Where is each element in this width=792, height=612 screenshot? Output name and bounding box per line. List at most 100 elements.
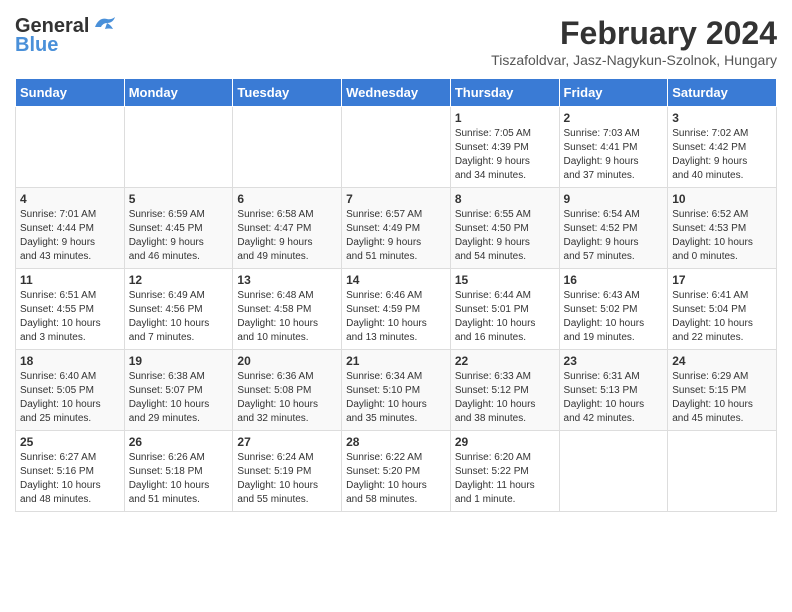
location-subtitle: Tiszafoldvar, Jasz-Nagykun-Szolnok, Hung… xyxy=(491,52,777,68)
day-info: Sunrise: 6:57 AM Sunset: 4:49 PM Dayligh… xyxy=(346,208,446,264)
calendar-week-5: 25 Sunrise: 6:27 AM Sunset: 5:16 PM Dayli… xyxy=(16,431,777,512)
day-info: Sunrise: 6:29 AM Sunset: 5:15 PM Dayligh… xyxy=(672,370,772,426)
calendar-table: SundayMondayTuesdayWednesdayThursdayFrid… xyxy=(15,78,777,512)
day-number: 4 xyxy=(20,192,120,206)
day-number: 14 xyxy=(346,273,446,287)
calendar-cell: 29 Sunrise: 6:20 AM Sunset: 5:22 PM Dayli… xyxy=(450,431,559,512)
calendar-cell: 7 Sunrise: 6:57 AM Sunset: 4:49 PM Daylig… xyxy=(342,188,451,269)
day-info: Sunrise: 6:51 AM Sunset: 4:55 PM Dayligh… xyxy=(20,289,120,345)
calendar-week-1: 1Sunrise: 7:05 AM Sunset: 4:39 PM Daylig… xyxy=(16,107,777,188)
day-number: 26 xyxy=(129,435,229,449)
calendar-cell: 23 Sunrise: 6:31 AM Sunset: 5:13 PM Dayli… xyxy=(559,350,668,431)
title-section: February 2024 Tiszafoldvar, Jasz-Nagykun… xyxy=(491,15,777,68)
day-info: Sunrise: 6:24 AM Sunset: 5:19 PM Dayligh… xyxy=(237,451,337,507)
day-info: Sunrise: 6:48 AM Sunset: 4:58 PM Dayligh… xyxy=(237,289,337,345)
logo-text: General Blue xyxy=(15,15,119,57)
calendar-cell: 13 Sunrise: 6:48 AM Sunset: 4:58 PM Dayli… xyxy=(233,269,342,350)
day-info: Sunrise: 6:38 AM Sunset: 5:07 PM Dayligh… xyxy=(129,370,229,426)
day-number: 2 xyxy=(564,111,664,125)
day-info: Sunrise: 7:01 AM Sunset: 4:44 PM Dayligh… xyxy=(20,208,120,264)
calendar-cell: 11Sunrise: 6:51 AM Sunset: 4:55 PM Dayli… xyxy=(16,269,125,350)
day-number: 29 xyxy=(455,435,555,449)
day-info: Sunrise: 6:41 AM Sunset: 5:04 PM Dayligh… xyxy=(672,289,772,345)
calendar-cell xyxy=(342,107,451,188)
calendar-cell: 27 Sunrise: 6:24 AM Sunset: 5:19 PM Dayli… xyxy=(233,431,342,512)
calendar-cell: 4 Sunrise: 7:01 AM Sunset: 4:44 PM Daylig… xyxy=(16,188,125,269)
calendar-cell: 22Sunrise: 6:33 AM Sunset: 5:12 PM Dayli… xyxy=(450,350,559,431)
calendar-cell: 3Sunrise: 7:02 AM Sunset: 4:42 PM Daylig… xyxy=(668,107,777,188)
logo-blue: Blue xyxy=(15,34,58,57)
calendar-cell: 8 Sunrise: 6:55 AM Sunset: 4:50 PM Daylig… xyxy=(450,188,559,269)
day-number: 9 xyxy=(564,192,664,206)
month-year-title: February 2024 xyxy=(491,15,777,52)
calendar-cell: 1Sunrise: 7:05 AM Sunset: 4:39 PM Daylig… xyxy=(450,107,559,188)
calendar-cell: 16 Sunrise: 6:43 AM Sunset: 5:02 PM Dayli… xyxy=(559,269,668,350)
calendar-cell: 28 Sunrise: 6:22 AM Sunset: 5:20 PM Dayli… xyxy=(342,431,451,512)
day-number: 20 xyxy=(237,354,337,368)
day-info: Sunrise: 7:05 AM Sunset: 4:39 PM Dayligh… xyxy=(455,127,555,183)
calendar-cell: 2Sunrise: 7:03 AM Sunset: 4:41 PM Daylig… xyxy=(559,107,668,188)
day-info: Sunrise: 6:43 AM Sunset: 5:02 PM Dayligh… xyxy=(564,289,664,345)
calendar-week-2: 4 Sunrise: 7:01 AM Sunset: 4:44 PM Daylig… xyxy=(16,188,777,269)
day-number: 27 xyxy=(237,435,337,449)
day-info: Sunrise: 6:58 AM Sunset: 4:47 PM Dayligh… xyxy=(237,208,337,264)
calendar-cell: 6 Sunrise: 6:58 AM Sunset: 4:47 PM Daylig… xyxy=(233,188,342,269)
page-header: General Blue February 2024 Tiszafoldvar,… xyxy=(15,15,777,68)
day-info: Sunrise: 6:46 AM Sunset: 4:59 PM Dayligh… xyxy=(346,289,446,345)
day-number: 3 xyxy=(672,111,772,125)
day-number: 18 xyxy=(20,354,120,368)
day-number: 7 xyxy=(346,192,446,206)
day-number: 13 xyxy=(237,273,337,287)
logo: General Blue xyxy=(15,15,119,57)
day-info: Sunrise: 6:20 AM Sunset: 5:22 PM Dayligh… xyxy=(455,451,555,507)
day-info: Sunrise: 6:26 AM Sunset: 5:18 PM Dayligh… xyxy=(129,451,229,507)
calendar-header-row: SundayMondayTuesdayWednesdayThursdayFrid… xyxy=(16,79,777,107)
day-number: 15 xyxy=(455,273,555,287)
calendar-cell: 10 Sunrise: 6:52 AM Sunset: 4:53 PM Dayli… xyxy=(668,188,777,269)
calendar-week-4: 18 Sunrise: 6:40 AM Sunset: 5:05 PM Dayli… xyxy=(16,350,777,431)
calendar-cell: 20 Sunrise: 6:36 AM Sunset: 5:08 PM Dayli… xyxy=(233,350,342,431)
day-number: 22 xyxy=(455,354,555,368)
weekday-header-tuesday: Tuesday xyxy=(233,79,342,107)
day-number: 16 xyxy=(564,273,664,287)
day-number: 5 xyxy=(129,192,229,206)
day-number: 21 xyxy=(346,354,446,368)
day-info: Sunrise: 6:44 AM Sunset: 5:01 PM Dayligh… xyxy=(455,289,555,345)
day-info: Sunrise: 6:59 AM Sunset: 4:45 PM Dayligh… xyxy=(129,208,229,264)
day-number: 10 xyxy=(672,192,772,206)
logo-bird-icon xyxy=(91,13,119,35)
calendar-cell: 21 Sunrise: 6:34 AM Sunset: 5:10 PM Dayli… xyxy=(342,350,451,431)
day-number: 28 xyxy=(346,435,446,449)
day-info: Sunrise: 6:52 AM Sunset: 4:53 PM Dayligh… xyxy=(672,208,772,264)
calendar-cell xyxy=(559,431,668,512)
day-number: 12 xyxy=(129,273,229,287)
day-number: 25 xyxy=(20,435,120,449)
calendar-cell: 24Sunrise: 6:29 AM Sunset: 5:15 PM Dayli… xyxy=(668,350,777,431)
calendar-cell: 26 Sunrise: 6:26 AM Sunset: 5:18 PM Dayli… xyxy=(124,431,233,512)
weekday-header-wednesday: Wednesday xyxy=(342,79,451,107)
calendar-week-3: 11Sunrise: 6:51 AM Sunset: 4:55 PM Dayli… xyxy=(16,269,777,350)
calendar-cell: 15 Sunrise: 6:44 AM Sunset: 5:01 PM Dayli… xyxy=(450,269,559,350)
day-number: 17 xyxy=(672,273,772,287)
calendar-cell: 17 Sunrise: 6:41 AM Sunset: 5:04 PM Dayli… xyxy=(668,269,777,350)
day-number: 19 xyxy=(129,354,229,368)
day-info: Sunrise: 6:27 AM Sunset: 5:16 PM Dayligh… xyxy=(20,451,120,507)
day-info: Sunrise: 6:55 AM Sunset: 4:50 PM Dayligh… xyxy=(455,208,555,264)
calendar-cell: 5 Sunrise: 6:59 AM Sunset: 4:45 PM Daylig… xyxy=(124,188,233,269)
weekday-header-saturday: Saturday xyxy=(668,79,777,107)
day-number: 23 xyxy=(564,354,664,368)
day-number: 8 xyxy=(455,192,555,206)
weekday-header-thursday: Thursday xyxy=(450,79,559,107)
day-info: Sunrise: 6:31 AM Sunset: 5:13 PM Dayligh… xyxy=(564,370,664,426)
calendar-cell: 18 Sunrise: 6:40 AM Sunset: 5:05 PM Dayli… xyxy=(16,350,125,431)
day-info: Sunrise: 6:34 AM Sunset: 5:10 PM Dayligh… xyxy=(346,370,446,426)
calendar-cell xyxy=(668,431,777,512)
calendar-cell: 19 Sunrise: 6:38 AM Sunset: 5:07 PM Dayli… xyxy=(124,350,233,431)
day-info: Sunrise: 6:40 AM Sunset: 5:05 PM Dayligh… xyxy=(20,370,120,426)
day-info: Sunrise: 6:22 AM Sunset: 5:20 PM Dayligh… xyxy=(346,451,446,507)
day-number: 6 xyxy=(237,192,337,206)
day-info: Sunrise: 6:49 AM Sunset: 4:56 PM Dayligh… xyxy=(129,289,229,345)
day-info: Sunrise: 6:36 AM Sunset: 5:08 PM Dayligh… xyxy=(237,370,337,426)
day-info: Sunrise: 6:54 AM Sunset: 4:52 PM Dayligh… xyxy=(564,208,664,264)
calendar-cell: 14 Sunrise: 6:46 AM Sunset: 4:59 PM Dayli… xyxy=(342,269,451,350)
